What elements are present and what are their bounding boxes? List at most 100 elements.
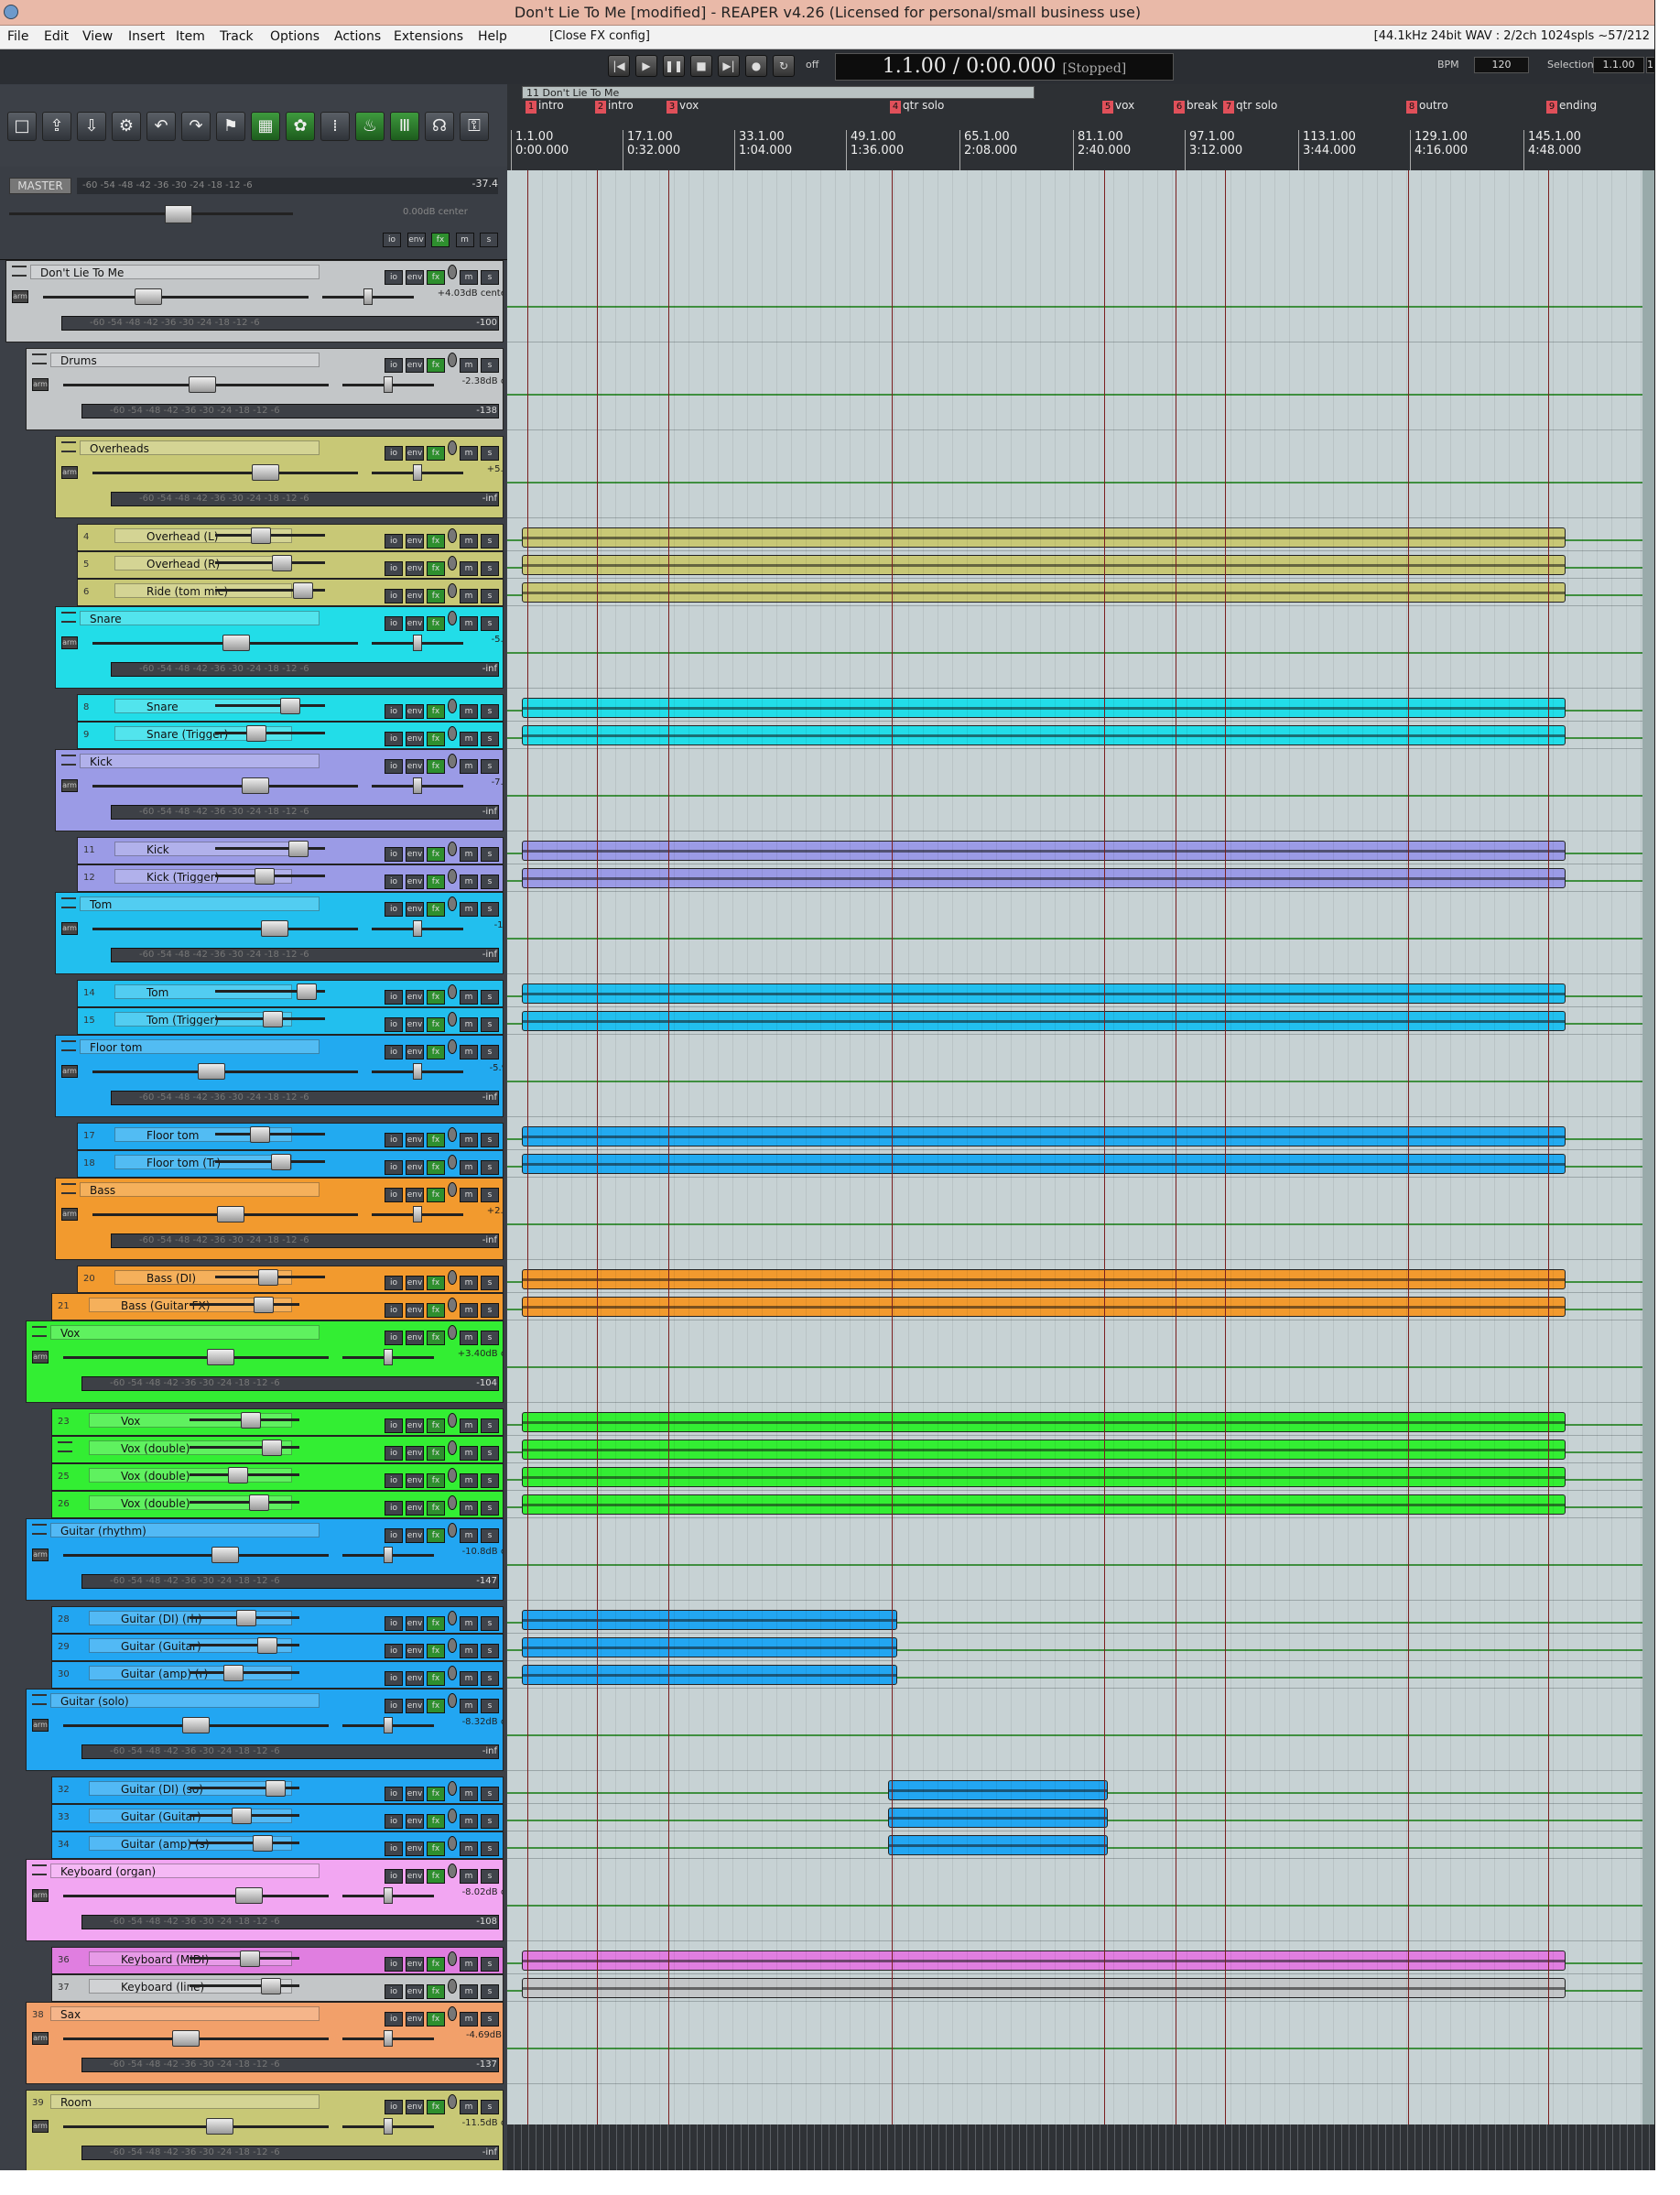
track-23[interactable]: 23 Vox io env fx m s bbox=[51, 1408, 504, 1436]
volume-knob[interactable] bbox=[271, 1154, 291, 1170]
envelope-button[interactable]: env bbox=[406, 1957, 424, 1972]
volume-knob[interactable] bbox=[222, 635, 250, 651]
volume-slider[interactable] bbox=[190, 1303, 299, 1306]
solo-button[interactable]: s bbox=[481, 1418, 499, 1433]
phase-button[interactable] bbox=[448, 1611, 457, 1625]
envelope-button[interactable]: env bbox=[406, 1644, 424, 1658]
track-name-field[interactable]: Snare bbox=[80, 611, 320, 625]
media-item[interactable] bbox=[522, 1467, 1566, 1487]
io-button[interactable]: io bbox=[385, 534, 403, 549]
record-arm-button[interactable]: arm bbox=[32, 378, 49, 391]
track-menu-icon[interactable] bbox=[61, 1040, 76, 1051]
track-menu-icon[interactable] bbox=[61, 897, 76, 908]
record-arm-button[interactable]: arm bbox=[32, 1889, 49, 1902]
phase-button[interactable] bbox=[448, 1809, 457, 1823]
lane-22[interactable] bbox=[507, 1320, 1654, 1403]
menu-help[interactable]: Help bbox=[478, 29, 507, 44]
mute-button[interactable]: m bbox=[460, 616, 478, 631]
fx-button[interactable]: fx bbox=[427, 1869, 445, 1884]
lane-37[interactable] bbox=[507, 1974, 1654, 2002]
envelope-button[interactable]: env bbox=[406, 1045, 424, 1059]
volume-slider[interactable] bbox=[63, 1554, 329, 1557]
fx-button[interactable]: fx bbox=[427, 847, 445, 862]
track-name-field[interactable]: Keyboard (organ) bbox=[50, 1864, 320, 1878]
volume-slider[interactable] bbox=[215, 1160, 325, 1163]
fx-button[interactable]: fx bbox=[427, 1699, 445, 1713]
envelope-button[interactable]: env bbox=[406, 358, 424, 373]
envelope-button[interactable]: env bbox=[406, 1787, 424, 1801]
io-button[interactable]: io bbox=[385, 616, 403, 631]
solo-button[interactable]: s bbox=[481, 1188, 499, 1202]
mute-button[interactable]: m bbox=[460, 1842, 478, 1856]
lane-11[interactable] bbox=[507, 837, 1654, 864]
lane-5[interactable] bbox=[507, 551, 1654, 579]
menu-track[interactable]: Track bbox=[220, 29, 254, 44]
dots-grid-icon[interactable]: ⁞ bbox=[320, 112, 350, 141]
record-arm-button[interactable]: arm bbox=[32, 2120, 49, 2133]
volume-knob[interactable] bbox=[207, 1349, 234, 1365]
volume-envelope[interactable] bbox=[507, 1905, 1654, 1907]
pan-knob[interactable] bbox=[384, 1349, 393, 1365]
media-item[interactable] bbox=[522, 1637, 897, 1657]
fx-button[interactable]: fx bbox=[427, 1671, 445, 1686]
lane-35[interactable] bbox=[507, 1859, 1654, 1941]
io-button[interactable]: io bbox=[385, 732, 403, 746]
solo-button[interactable]: s bbox=[481, 1814, 499, 1829]
envelope-button[interactable]: env bbox=[406, 1133, 424, 1147]
phase-button[interactable] bbox=[448, 1039, 457, 1054]
save-icon[interactable]: ⇩ bbox=[77, 112, 106, 141]
envelope-button[interactable]: env bbox=[406, 847, 424, 862]
track-name-field[interactable]: Kick bbox=[80, 754, 320, 768]
media-item[interactable] bbox=[888, 1780, 1108, 1800]
solo-button[interactable]: s bbox=[481, 1160, 499, 1175]
volume-envelope[interactable] bbox=[507, 652, 1654, 654]
solo-button[interactable]: s bbox=[481, 1446, 499, 1461]
fx-button[interactable]: fx bbox=[427, 616, 445, 631]
track-19[interactable]: Bass ioenvfx ms arm +2.54dB center -60 -54 -4… bbox=[55, 1178, 504, 1260]
media-item[interactable] bbox=[522, 698, 1566, 718]
solo-button[interactable]: s bbox=[481, 704, 499, 719]
volume-knob[interactable] bbox=[280, 698, 300, 714]
track-32[interactable]: 32 Guitar (DI) (so) io env fx m s bbox=[51, 1777, 504, 1804]
fx-button[interactable]: fx bbox=[427, 990, 445, 1005]
fx-button[interactable]: fx bbox=[427, 875, 445, 889]
io-button[interactable]: io bbox=[385, 561, 403, 576]
solo-button[interactable]: s bbox=[481, 990, 499, 1005]
skip-start-icon[interactable]: |◀ bbox=[608, 55, 630, 77]
io-button[interactable]: io bbox=[385, 1133, 403, 1147]
envelope-button[interactable]: env bbox=[406, 270, 424, 285]
new-project-icon[interactable]: □ bbox=[7, 112, 37, 141]
pan-knob[interactable] bbox=[384, 1887, 393, 1904]
phase-button[interactable] bbox=[448, 528, 457, 543]
volume-slider[interactable] bbox=[190, 1501, 299, 1504]
track-menu-icon[interactable] bbox=[32, 1864, 47, 1875]
record-arm-button[interactable]: arm bbox=[61, 779, 78, 792]
lane-25[interactable] bbox=[507, 1463, 1654, 1491]
media-item[interactable] bbox=[522, 1494, 1566, 1515]
mute-button[interactable]: m bbox=[460, 1160, 478, 1175]
io-button[interactable]: io bbox=[385, 1957, 403, 1972]
track-17[interactable]: 17 Floor tom io env fx m s bbox=[77, 1123, 504, 1150]
phase-button[interactable] bbox=[448, 1413, 457, 1428]
solo-button[interactable]: s bbox=[481, 1984, 499, 1999]
record-arm-button[interactable]: arm bbox=[32, 1719, 49, 1732]
volume-knob[interactable] bbox=[262, 1440, 282, 1456]
fx-button[interactable]: fx bbox=[427, 358, 445, 373]
track-12[interactable]: 12 Kick (Trigger) io env fx m s bbox=[77, 864, 504, 892]
media-item[interactable] bbox=[522, 1154, 1566, 1174]
phase-button[interactable] bbox=[448, 440, 457, 455]
io-button[interactable]: io bbox=[385, 902, 403, 917]
mute-button[interactable]: m bbox=[460, 1869, 478, 1884]
phase-button[interactable] bbox=[448, 1468, 457, 1483]
mute-button[interactable]: m bbox=[460, 1276, 478, 1290]
pan-knob[interactable] bbox=[384, 376, 393, 393]
mute-button[interactable]: m bbox=[460, 358, 478, 373]
track-menu-icon[interactable] bbox=[61, 441, 76, 452]
track-name-field[interactable]: Drums bbox=[50, 353, 320, 367]
mute-button[interactable]: m bbox=[460, 534, 478, 549]
io-button[interactable]: io bbox=[385, 1869, 403, 1884]
marker-1[interactable]: 1 intro bbox=[526, 99, 564, 114]
media-item[interactable] bbox=[522, 1126, 1566, 1146]
record-arm-button[interactable]: arm bbox=[32, 2032, 49, 2045]
solo-button[interactable]: s bbox=[481, 358, 499, 373]
